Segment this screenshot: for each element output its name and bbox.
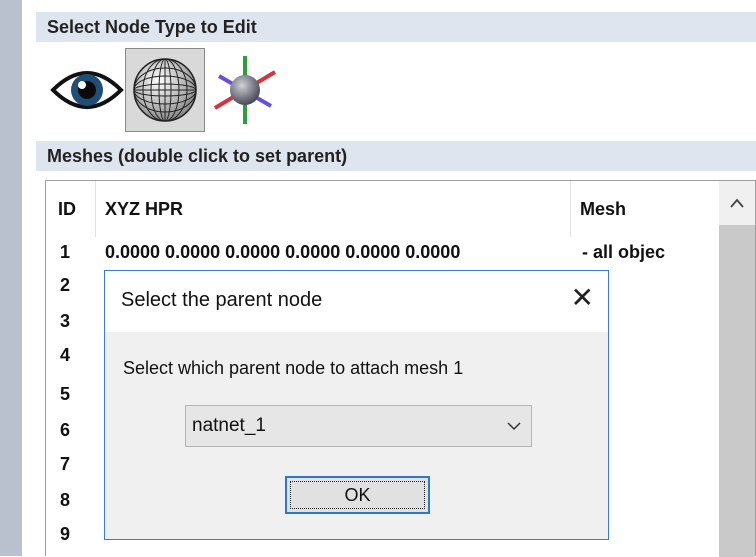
row-id: 9: [60, 524, 71, 544]
chevron-down-icon: [507, 422, 521, 431]
eye-tool-button[interactable]: [47, 48, 127, 132]
ok-button-label: OK: [290, 481, 425, 509]
mesh-tool-button[interactable]: [125, 48, 205, 132]
vertical-scrollbar[interactable]: [719, 181, 755, 557]
row-id: 3: [60, 311, 71, 331]
eye-icon: [50, 71, 124, 109]
node-type-header: Select Node Type to Edit: [36, 12, 756, 42]
dialog-title: Select the parent node: [121, 289, 323, 311]
select-value: natnet_1: [192, 415, 266, 436]
ok-button[interactable]: OK: [285, 476, 430, 514]
row-id: 2: [60, 275, 71, 295]
row-xyz-hpr: 0.0000 0.0000 0.0000 0.0000 0.0000 0.000…: [105, 242, 461, 262]
row-id: 1: [60, 242, 71, 262]
column-header-xyz-hpr[interactable]: XYZ HPR: [105, 199, 183, 220]
dialog-message: Select which parent node to attach mesh …: [123, 358, 464, 378]
column-separator: [95, 181, 96, 237]
mesh-sphere-icon: [133, 58, 197, 122]
row-id: 6: [60, 420, 71, 440]
axes-tool-button[interactable]: [205, 48, 285, 132]
scroll-up-button[interactable]: [719, 181, 755, 225]
parent-node-select[interactable]: natnet_1: [185, 405, 532, 447]
row-id: 7: [60, 454, 71, 474]
column-header-mesh[interactable]: Mesh: [580, 199, 626, 220]
dialog-titlebar: Select the parent node ✕: [105, 271, 608, 332]
select-parent-dialog: Select the parent node ✕ Select which pa…: [104, 270, 609, 540]
column-separator: [570, 181, 571, 237]
axes-icon: [213, 56, 277, 124]
row-id: 8: [60, 490, 71, 510]
row-mesh: - all objec: [582, 242, 666, 262]
meshes-header: Meshes (double click to set parent): [36, 141, 756, 171]
chevron-up-icon: [730, 198, 744, 208]
row-id: 5: [60, 384, 71, 404]
column-header-id[interactable]: ID: [58, 199, 76, 220]
close-icon[interactable]: ✕: [571, 283, 594, 313]
left-rail: [0, 0, 22, 556]
row-id: 4: [60, 345, 71, 365]
